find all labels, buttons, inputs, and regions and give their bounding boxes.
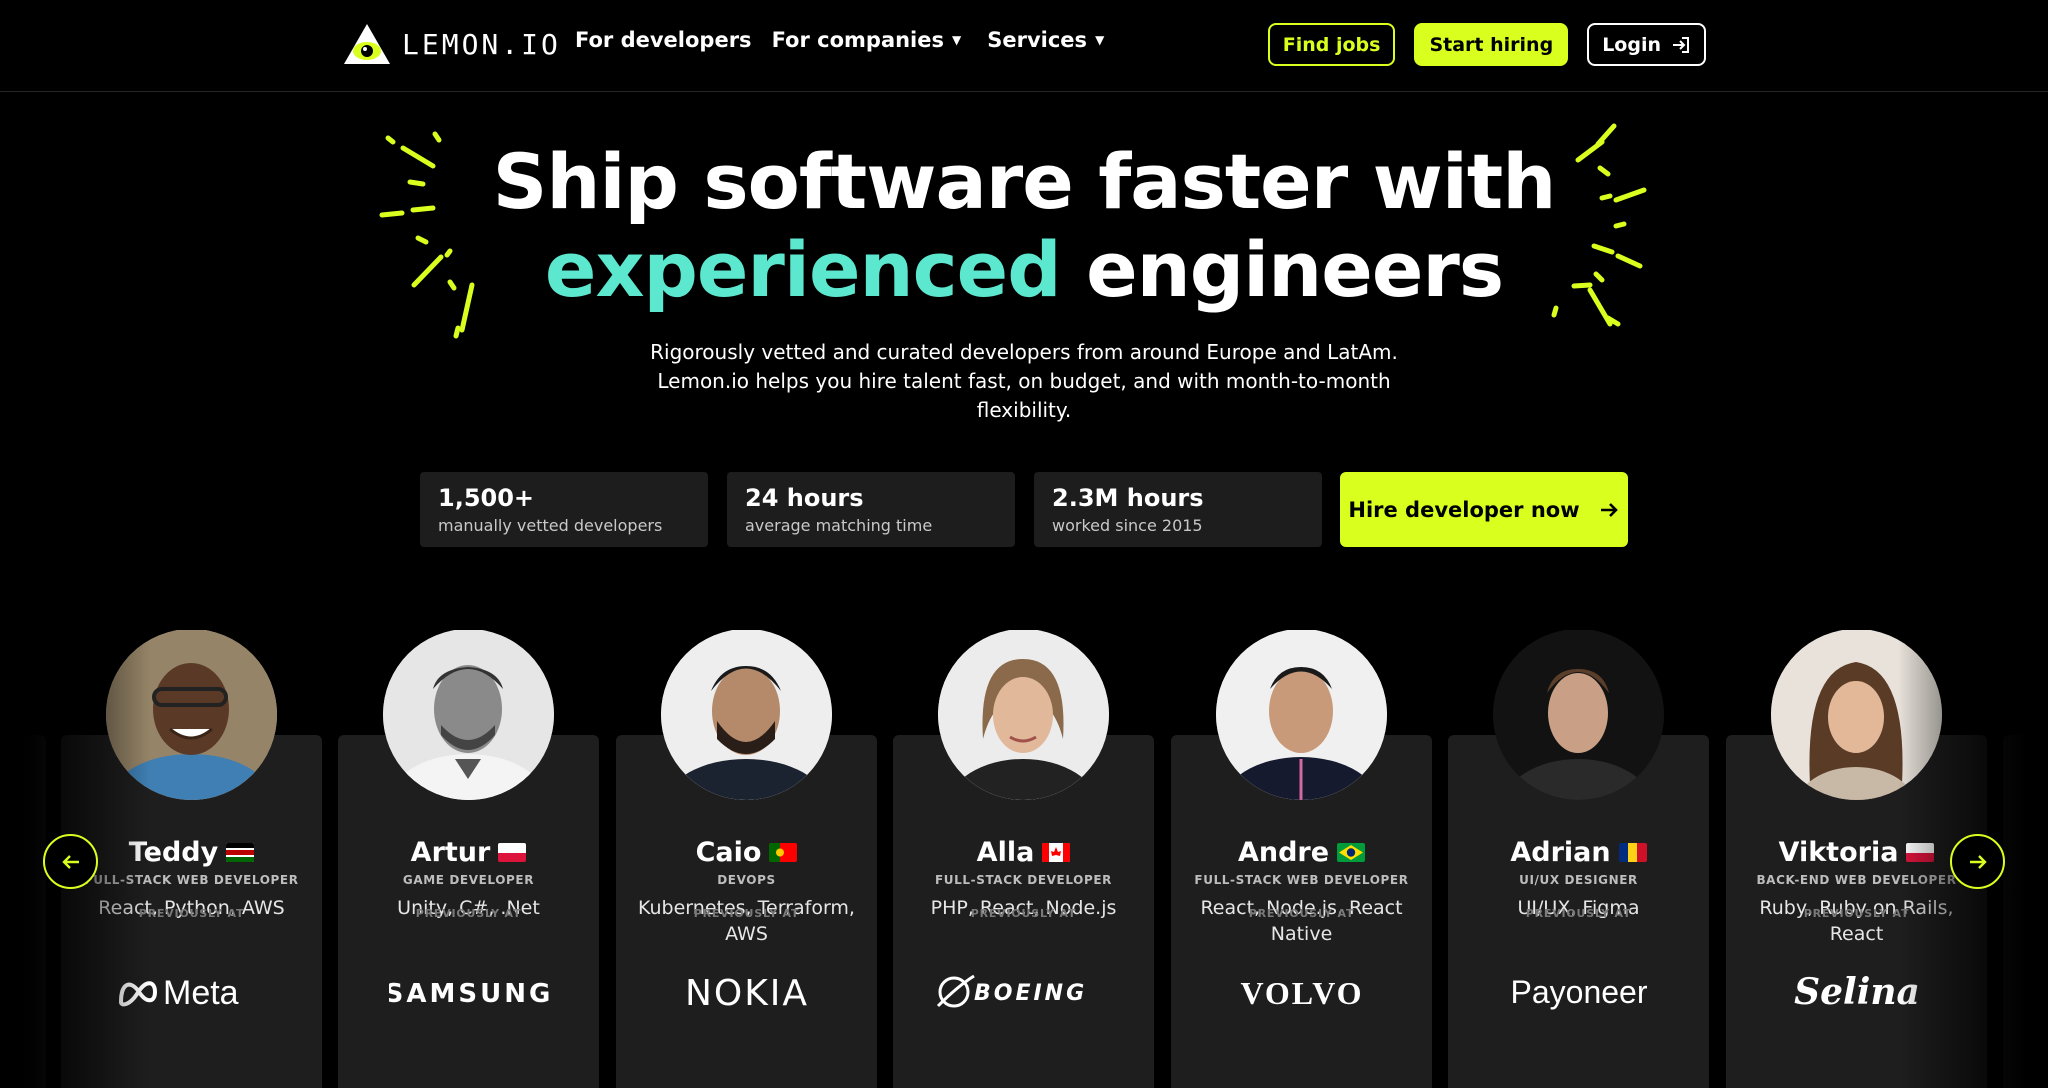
stat-label: worked since 2015 bbox=[1052, 516, 1203, 535]
developer-name-row: Alla bbox=[893, 837, 1154, 868]
portugal-flag-icon bbox=[769, 843, 798, 862]
previously-at-label: PREVIOUSLY AT bbox=[970, 907, 1077, 920]
login-icon bbox=[1673, 36, 1689, 53]
logo[interactable]: LEMON.IO bbox=[342, 22, 561, 66]
developer-avatar bbox=[661, 630, 832, 800]
developer-avatar bbox=[1216, 630, 1387, 800]
developer-name: Adrian bbox=[1510, 837, 1611, 868]
nav-label: For developers bbox=[575, 28, 752, 52]
login-label: Login bbox=[1602, 33, 1661, 56]
hero-title-line1: Ship software faster with bbox=[492, 137, 1557, 226]
developer-avatar bbox=[1493, 630, 1664, 800]
nav-for-developers[interactable]: For developers bbox=[575, 28, 752, 52]
hero-title-accent: experienced bbox=[544, 225, 1062, 314]
stat-card-hours-worked: 2.3M hours worked since 2015 bbox=[1034, 472, 1322, 547]
nav-label: For companies bbox=[771, 28, 945, 52]
previously-at-label: PREVIOUSLY AT bbox=[1248, 907, 1355, 920]
cta-label: Hire developer now bbox=[1348, 497, 1580, 522]
caret-down-icon: ▼ bbox=[952, 33, 962, 47]
stat-label: manually vetted developers bbox=[438, 516, 663, 535]
stat-card-matching-time: 24 hours average matching time bbox=[727, 472, 1015, 547]
developer-skills: Kubernetes, Terraform, AWS bbox=[638, 897, 855, 945]
nav-for-companies[interactable]: For companies ▼ bbox=[772, 28, 962, 52]
developer-name: Alla bbox=[976, 837, 1035, 868]
hire-developer-button[interactable]: Hire developer now bbox=[1340, 472, 1628, 547]
developer-card[interactable]: Andre FULL-STACK WEB DEVELOPER React, No… bbox=[1171, 630, 1432, 1088]
developer-name: Viktoria bbox=[1778, 837, 1899, 868]
stat-card-developers: 1,500+ manually vetted developers bbox=[420, 472, 708, 547]
previously-at-label: PREVIOUSLY AT bbox=[1525, 907, 1632, 920]
logo-text: LEMON.IO bbox=[402, 27, 561, 61]
developer-role: GAME DEVELOPER bbox=[402, 873, 535, 887]
kenya-flag-icon bbox=[226, 843, 255, 862]
developer-name-row: Adrian bbox=[1448, 837, 1709, 868]
developer-role: FULL-STACK DEVELOPER bbox=[935, 873, 1112, 887]
company-name: VOLVO bbox=[1240, 975, 1363, 1011]
company-logo-payoneer: Payoneer bbox=[1448, 967, 1709, 1017]
stat-value: 2.3M hours bbox=[1052, 484, 1204, 512]
company-logo-nokia: NOKIA bbox=[616, 967, 877, 1017]
company-name: NOKIA bbox=[684, 973, 808, 1012]
arrow-right-icon bbox=[1969, 854, 1987, 869]
developer-card[interactable]: Alla FULL-STACK DEVELOPER PHP, React, No… bbox=[893, 630, 1154, 1088]
carousel-prev-button[interactable] bbox=[43, 834, 98, 889]
developer-role: DEVOPS bbox=[717, 873, 776, 887]
company-name: Meta bbox=[163, 974, 239, 1012]
canada-flag-icon bbox=[1042, 843, 1071, 862]
romania-flag-icon bbox=[1618, 843, 1647, 862]
login-button[interactable]: Login bbox=[1587, 23, 1706, 66]
stat-value: 24 hours bbox=[745, 484, 864, 512]
header-actions: Find jobs Start hiring Login bbox=[1267, 23, 1706, 66]
hero-title-line2: experienced engineers bbox=[0, 226, 2048, 314]
brazil-flag-icon bbox=[1337, 843, 1366, 862]
developer-card[interactable]: Caio DEVOPS Kubernetes, Terraform, AWS P… bbox=[616, 630, 877, 1088]
developer-avatar bbox=[938, 630, 1109, 800]
nav-services[interactable]: Services ▼ bbox=[987, 28, 1104, 52]
poland-flag-icon bbox=[498, 843, 527, 862]
find-jobs-button[interactable]: Find jobs bbox=[1267, 23, 1396, 66]
developer-info: Andre FULL-STACK WEB DEVELOPER React, No… bbox=[1171, 837, 1432, 947]
developer-info: Caio DEVOPS Kubernetes, Terraform, AWS bbox=[616, 837, 877, 947]
developer-skills: React, Node.js, React Native bbox=[1200, 897, 1403, 945]
developer-role: FULL-STACK WEB DEVELOPER bbox=[1194, 873, 1409, 887]
carousel-next-button[interactable] bbox=[1950, 834, 2005, 889]
developer-name-row: Artur bbox=[338, 837, 599, 868]
stat-value: 1,500+ bbox=[438, 484, 535, 512]
previously-at-label: PREVIOUSLY AT bbox=[415, 907, 522, 920]
developer-name: Andre bbox=[1237, 837, 1330, 868]
developer-name: Artur bbox=[410, 837, 491, 868]
nav-label: Services bbox=[987, 28, 1088, 52]
developer-carousel: Teddy FULL-STACK WEB DEVELOPER React, Py… bbox=[0, 630, 2048, 1088]
caret-down-icon: ▼ bbox=[1095, 33, 1105, 47]
stat-label: average matching time bbox=[745, 516, 933, 535]
developer-avatar bbox=[383, 630, 554, 800]
site-header: LEMON.IO For developers For companies ▼ … bbox=[0, 0, 2048, 92]
previously-at-label: PREVIOUSLY AT bbox=[693, 907, 800, 920]
hero-title-rest: engineers bbox=[1060, 225, 1504, 314]
developer-name-row: Andre bbox=[1171, 837, 1432, 868]
start-hiring-button[interactable]: Start hiring bbox=[1414, 23, 1569, 66]
lemon-eye-logo-icon bbox=[344, 24, 390, 64]
developer-role: UI/UX DESIGNER bbox=[1519, 873, 1638, 887]
developer-name: Caio bbox=[695, 837, 762, 868]
main-nav: For developers For companies ▼ Services … bbox=[575, 28, 1124, 52]
hero-subtitle: Rigorously vetted and curated developers… bbox=[650, 340, 1398, 422]
company-name: BOEING bbox=[974, 981, 1087, 1006]
company-logo-volvo: VOLVO bbox=[1171, 967, 1432, 1017]
developer-card[interactable]: Adrian UI/UX DESIGNER UI/UX, Figma PREVI… bbox=[1448, 630, 1709, 1088]
company-name: Payoneer bbox=[1510, 974, 1647, 1010]
arrow-left-icon bbox=[61, 854, 79, 869]
company-name: SAMSUNG bbox=[389, 979, 549, 1009]
developer-name-row: Caio bbox=[616, 837, 877, 868]
arrow-right-icon bbox=[1600, 502, 1618, 517]
developer-card[interactable]: Artur GAME DEVELOPER Unity, C#, .Net PRE… bbox=[338, 630, 599, 1088]
company-logo-boeing: BOEING bbox=[893, 967, 1154, 1017]
company-logo-samsung: SAMSUNG bbox=[338, 967, 599, 1017]
